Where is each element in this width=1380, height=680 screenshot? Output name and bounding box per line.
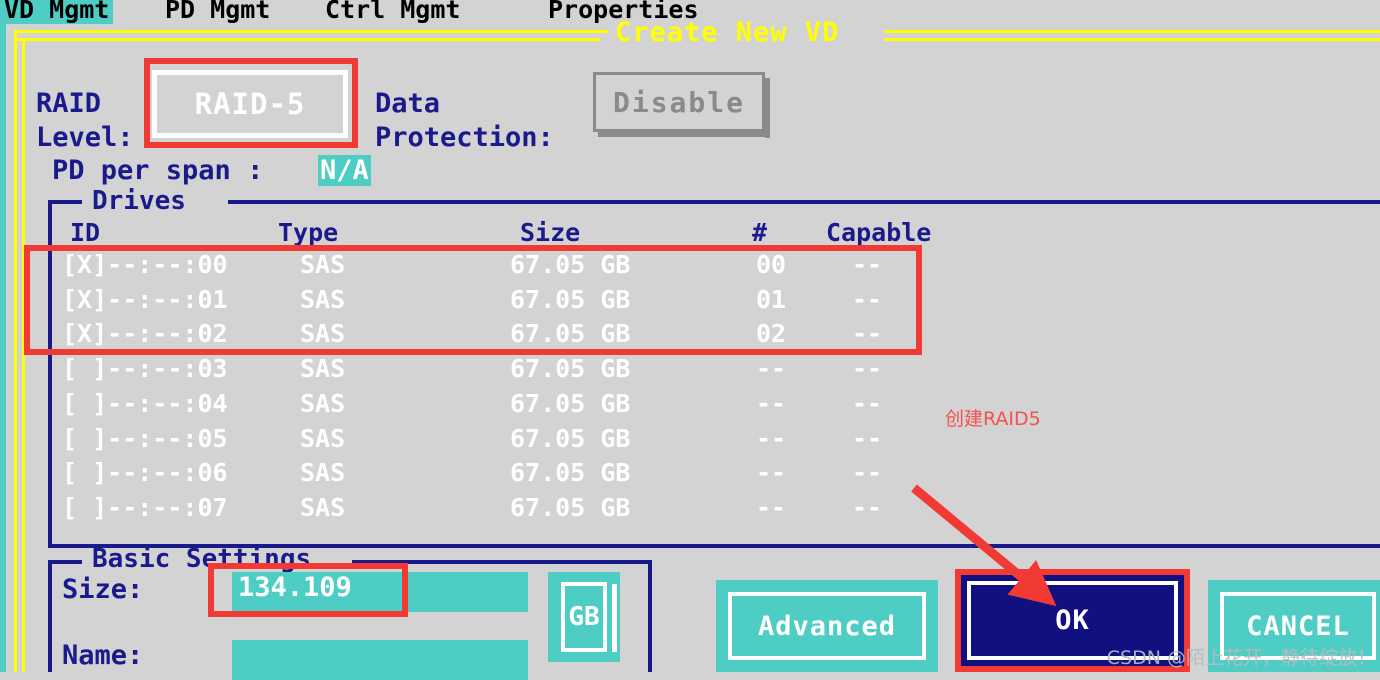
raid-level-dropdown[interactable]: RAID-5 bbox=[152, 70, 348, 138]
left-cyan-strip bbox=[0, 22, 6, 672]
drive-type-cell: SAS bbox=[300, 250, 346, 279]
data-protection-shadow-bottom bbox=[598, 132, 770, 137]
window-border-top-left-2 bbox=[14, 38, 600, 41]
size-input-value: 134.109 bbox=[238, 572, 352, 603]
drives-column-header-num: # bbox=[752, 218, 768, 247]
window-title: Create New VD bbox=[615, 17, 840, 48]
name-input[interactable] bbox=[232, 640, 528, 680]
drive-capable-cell: -- bbox=[852, 458, 883, 488]
drives-group-title: Drives bbox=[92, 186, 186, 216]
advanced-button[interactable]: Advanced bbox=[716, 580, 938, 672]
raid-level-value: RAID-5 bbox=[194, 87, 306, 121]
size-unit-value: GB bbox=[568, 602, 600, 632]
name-label: Name: bbox=[62, 640, 144, 671]
menu-item-pd-mgmt[interactable]: PD Mgmt bbox=[165, 0, 270, 24]
annotation-note-create-raid5: 创建RAID5 bbox=[945, 408, 1041, 430]
advanced-button-inner: Advanced bbox=[728, 592, 926, 660]
drives-group-border-top-l bbox=[48, 200, 82, 204]
menu-item-vd-mgmt[interactable]: VD Mgmt bbox=[0, 0, 114, 24]
window-border-top-right-2 bbox=[884, 38, 1380, 41]
drives-group-border-top-r bbox=[228, 200, 1380, 204]
csdn-watermark: CSDN @陌上花开，静待绽放！ bbox=[1106, 647, 1376, 669]
window-border-left-2 bbox=[22, 38, 25, 672]
drives-group-border-left bbox=[48, 200, 52, 548]
drive-capable-cell: -- bbox=[852, 354, 883, 384]
basic-settings-border-top-r bbox=[352, 560, 650, 564]
ok-button-label: OK bbox=[1055, 605, 1090, 636]
data-protection-shadow-right bbox=[765, 78, 770, 138]
drive-number-cell: -- bbox=[756, 388, 787, 418]
drive-number-cell: 00 bbox=[756, 250, 787, 279]
window-border-left-1 bbox=[14, 30, 17, 672]
drive-id-cell: [X]--:--:01 bbox=[62, 284, 228, 314]
drive-id-cell: [X]--:--:00 bbox=[62, 250, 228, 279]
drive-size-cell: 67.05 GB bbox=[510, 319, 631, 349]
drive-capable-cell: -- bbox=[852, 492, 883, 522]
drive-capable-cell: -- bbox=[852, 284, 883, 314]
drives-column-header-id: ID bbox=[70, 218, 101, 247]
data-protection-label-line1: Data bbox=[375, 88, 441, 119]
drives-column-header-capable: Capable bbox=[826, 218, 932, 247]
drive-size-cell: 67.05 GB bbox=[510, 354, 631, 384]
drive-id-cell: [ ]--:--:07 bbox=[62, 492, 228, 522]
size-unit-shadow bbox=[612, 584, 617, 652]
window-border-top-left-1 bbox=[14, 30, 608, 33]
data-protection-value: Disable bbox=[612, 85, 745, 119]
drive-type-cell: SAS bbox=[300, 319, 346, 349]
pd-per-span-value[interactable]: N/A bbox=[318, 155, 371, 186]
basic-settings-border-top-l bbox=[48, 560, 82, 564]
window-border-top-right-1 bbox=[884, 30, 1380, 33]
drive-capable-cell: -- bbox=[852, 388, 883, 418]
drive-id-cell: [ ]--:--:04 bbox=[62, 388, 228, 418]
size-label: Size: bbox=[62, 574, 144, 605]
drive-size-cell: 67.05 GB bbox=[510, 492, 631, 522]
size-unit-dropdown[interactable]: GB bbox=[548, 572, 620, 662]
advanced-button-label: Advanced bbox=[757, 610, 897, 642]
data-protection-dropdown[interactable]: Disable bbox=[593, 72, 765, 132]
drive-number-cell: -- bbox=[756, 354, 787, 384]
drive-type-cell: SAS bbox=[300, 354, 346, 384]
drive-id-cell: [ ]--:--:05 bbox=[62, 423, 228, 453]
basic-settings-border-left bbox=[48, 560, 52, 672]
pd-per-span-label: PD per span : bbox=[52, 155, 264, 186]
drive-size-cell: 67.05 GB bbox=[510, 284, 631, 314]
drives-column-header-type: Type bbox=[278, 218, 339, 247]
drive-capable-cell: -- bbox=[852, 250, 883, 279]
drive-number-cell: -- bbox=[756, 492, 787, 522]
drive-id-cell: [ ]--:--:03 bbox=[62, 354, 228, 384]
drive-type-cell: SAS bbox=[300, 423, 346, 453]
size-unit-box: GB bbox=[561, 582, 607, 652]
drive-size-cell: 67.05 GB bbox=[510, 250, 631, 279]
menu-item-ctrl-mgmt[interactable]: Ctrl Mgmt bbox=[325, 0, 460, 24]
drive-size-cell: 67.05 GB bbox=[510, 458, 631, 488]
cancel-button-label: CANCEL bbox=[1246, 610, 1350, 642]
drive-type-cell: SAS bbox=[300, 388, 346, 418]
raid-level-label-line2: Level: bbox=[36, 122, 134, 153]
drive-capable-cell: -- bbox=[852, 319, 883, 349]
basic-settings-border-right bbox=[648, 560, 652, 672]
drive-type-cell: SAS bbox=[300, 458, 346, 488]
drive-size-cell: 67.05 GB bbox=[510, 423, 631, 453]
drive-id-cell: [X]--:--:02 bbox=[62, 319, 228, 349]
basic-settings-group-title: Basic Settings bbox=[92, 544, 312, 574]
drive-capable-cell: -- bbox=[852, 423, 883, 453]
drive-type-cell: SAS bbox=[300, 284, 346, 314]
drive-number-cell: 02 bbox=[756, 319, 787, 349]
drive-type-cell: SAS bbox=[300, 492, 346, 522]
raid-level-label-line1: RAID bbox=[36, 88, 102, 119]
raid-level-dropdown-shadow bbox=[352, 76, 358, 144]
drive-id-cell: [ ]--:--:06 bbox=[62, 458, 228, 488]
drive-number-cell: -- bbox=[756, 458, 787, 488]
drives-column-header-size: Size bbox=[520, 218, 581, 247]
drive-number-cell: 01 bbox=[756, 284, 787, 314]
data-protection-label-line2: Protection: bbox=[375, 122, 554, 153]
raid-bios-screen: VD Mgmt PD Mgmt Ctrl Mgmt Properties Cre… bbox=[0, 0, 1380, 680]
drive-number-cell: -- bbox=[756, 423, 787, 453]
drive-size-cell: 67.05 GB bbox=[510, 388, 631, 418]
